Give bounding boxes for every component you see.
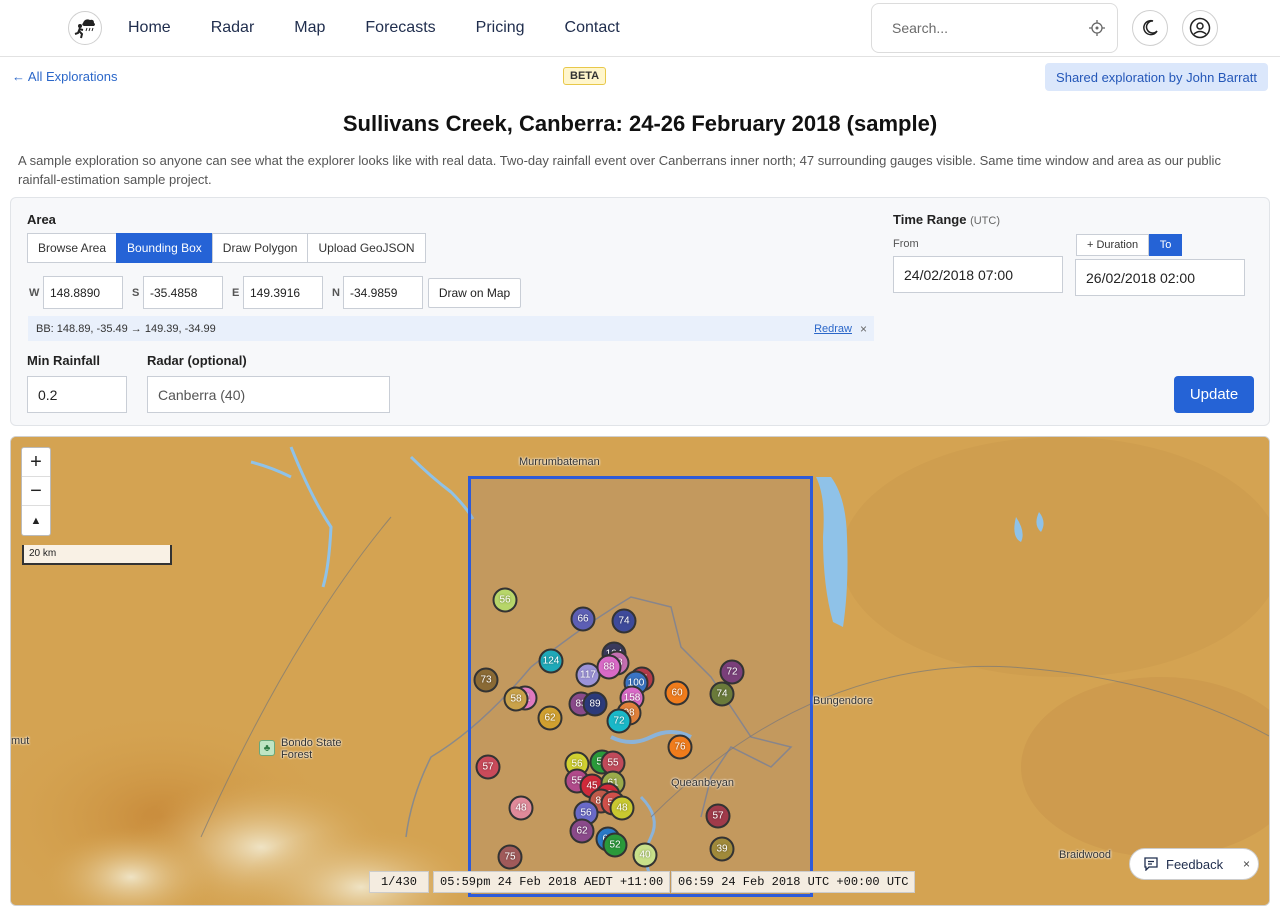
south-input[interactable] [143,276,223,309]
nav-pricing[interactable]: Pricing [476,19,525,37]
bounding-box-summary: BB: 148.89, -35.49 → 149.39, -34.99 Redr… [28,316,874,341]
controls-panel: Area Browse Area Bounding Box Draw Polyg… [10,197,1270,426]
nav-contact[interactable]: Contact [565,19,620,37]
min-rainfall-label: Min Rainfall [27,353,100,368]
gauge-marker[interactable]: 74 [709,681,735,707]
page-title: Sullivans Creek, Canberra: 24-26 Februar… [342,111,938,136]
account-button[interactable] [1182,10,1218,46]
mode-bounding-box[interactable]: Bounding Box [116,233,213,263]
gauge-marker[interactable]: 62 [569,818,595,844]
shared-by-badge: Shared exploration by John Barratt [1045,63,1268,91]
gauge-marker[interactable]: 124 [538,648,564,674]
duration-toggle-button[interactable]: + Duration [1076,234,1150,256]
locate-icon[interactable] [1089,20,1105,36]
search-input[interactable] [892,20,1089,36]
reset-north-button[interactable]: ▲ [22,506,50,535]
feedback-close-button[interactable]: × [1243,857,1250,871]
mode-browse-area[interactable]: Browse Area [27,233,118,263]
search-box [871,3,1118,53]
area-mode-selector: Browse Area Bounding Box Draw Polygon Up… [27,233,426,263]
gauge-marker[interactable]: 74 [611,608,637,634]
feedback-button[interactable]: Feedback × [1129,848,1259,880]
map-view[interactable]: Murrumbateman Bungendore Queanbeyan Brai… [10,436,1270,906]
update-button[interactable]: Update [1174,376,1254,413]
mode-draw-polygon[interactable]: Draw Polygon [211,233,309,263]
gauge-marker[interactable]: 62 [537,705,563,731]
zoom-controls: + − ▲ [21,447,51,536]
area-label: Area [27,212,56,227]
beta-badge: BETA [563,67,607,85]
compass-icon: ▲ [30,514,42,527]
chat-icon [1144,857,1158,871]
nav-links: Home Radar Map Forecasts Pricing Contact [128,0,620,56]
bounding-box-text: BB: 148.89, -35.49 → 149.39, -34.99 [36,322,216,335]
utc-time-readout: 06:59 24 Feb 2018 UTC +00:00 UTC [671,871,916,893]
gauge-marker[interactable]: 56 [492,587,518,613]
to-datetime-input[interactable] [1075,259,1245,296]
east-input[interactable] [243,276,323,309]
nav-forecasts[interactable]: Forecasts [365,19,435,37]
gauge-marker[interactable]: 76 [667,734,693,760]
west-label: W [29,287,40,299]
time-range-label-text: Time Range [893,212,967,227]
back-to-explorations-link[interactable]: ← All Explorations [12,69,118,84]
storm-runner-logo-icon [74,19,95,39]
place-bondo-state-forest: Bondo State Forest [281,737,342,761]
gauge-marker[interactable]: 40 [632,842,658,868]
redraw-link[interactable]: Redraw [814,323,852,335]
logo[interactable] [68,11,102,45]
draw-on-map-button[interactable]: Draw on Map [428,278,521,308]
nav-map[interactable]: Map [294,19,325,37]
page-description: A sample exploration so anyone can see w… [18,153,1221,187]
gauge-marker[interactable]: 73 [473,667,499,693]
gauge-marker[interactable]: 60 [664,680,690,706]
mode-upload-geojson[interactable]: Upload GeoJSON [307,233,426,263]
gauge-marker[interactable]: 48 [508,795,534,821]
top-nav: Home Radar Map Forecasts Pricing Contact [0,0,1280,57]
south-label: S [132,287,140,299]
user-icon [1189,17,1211,39]
gauge-marker[interactable]: 75 [497,844,523,870]
gauge-marker[interactable]: 72 [606,708,632,734]
gauge-marker[interactable]: 66 [570,606,596,632]
nav-radar[interactable]: Radar [211,19,255,37]
radar-select[interactable] [147,376,390,413]
frame-counter: 1/430 [369,871,429,893]
east-label: E [232,287,240,299]
local-time-readout: 05:59pm 24 Feb 2018 AEDT +11:00 [433,871,671,893]
dark-mode-button[interactable] [1132,10,1168,46]
gauge-marker[interactable]: 39 [709,836,735,862]
north-input[interactable] [343,276,423,309]
gauge-marker[interactable]: 88 [596,654,622,680]
place-bungendore: Bungendore [813,695,873,707]
place-braidwood: Braidwood [1059,849,1111,861]
moon-icon [1143,19,1158,36]
place-queanbeyan: Queanbeyan [671,777,734,789]
to-toggle-button[interactable]: To [1149,234,1182,256]
tree-icon: ♣ [259,740,275,756]
gauge-marker[interactable]: 57 [475,754,501,780]
west-input[interactable] [43,276,123,309]
zoom-in-button[interactable]: + [22,448,50,477]
feedback-label: Feedback [1166,856,1224,872]
gauge-marker[interactable]: 89 [582,691,608,717]
gauge-marker[interactable]: 52 [602,832,628,858]
time-range-tz: (UTC) [970,215,1001,227]
gauge-marker[interactable]: 48 [609,795,635,821]
gauge-marker[interactable]: 58 [503,686,529,712]
place-tumut: mut [11,735,30,747]
place-murrumbateman: Murrumbateman [519,456,600,468]
from-datetime-input[interactable] [893,256,1063,293]
zoom-out-button[interactable]: − [22,477,50,506]
min-rainfall-input[interactable] [27,376,127,413]
time-range-label: Time Range (UTC) [893,212,1000,227]
north-label: N [332,287,340,299]
nav-home[interactable]: Home [128,19,171,37]
from-label: From [893,238,919,250]
radar-label: Radar (optional) [147,353,247,368]
clear-bounding-box-button[interactable]: × [860,322,867,336]
gauge-marker[interactable]: 57 [705,803,731,829]
scale-bar: 20 km [22,545,172,565]
